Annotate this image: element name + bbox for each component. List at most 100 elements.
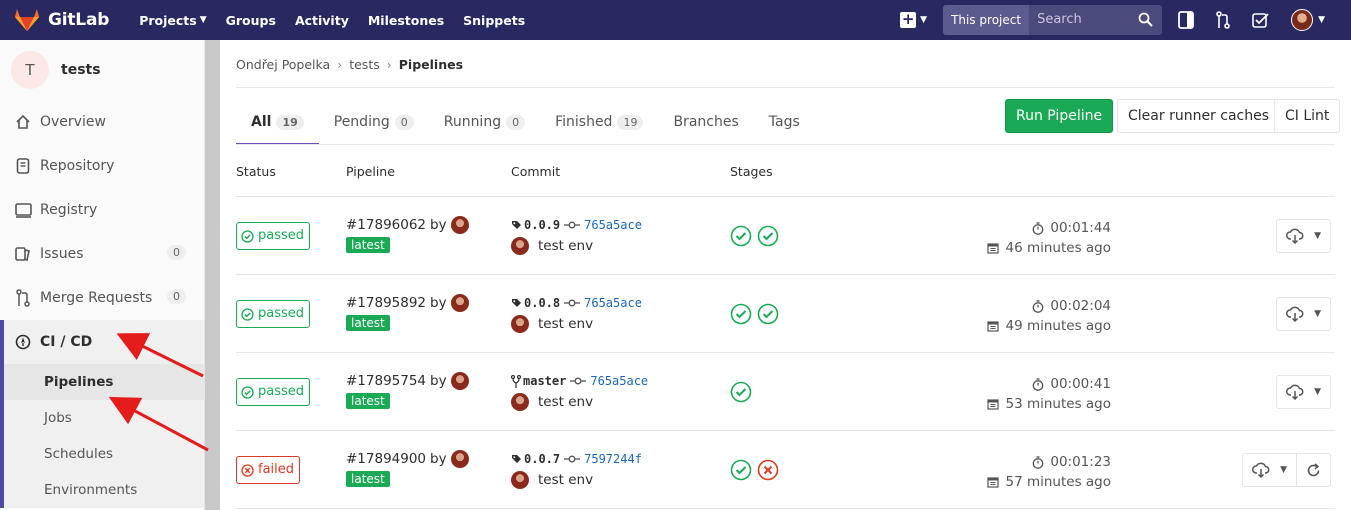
status-passed-icon — [241, 229, 254, 243]
commit-message-link[interactable]: test env — [538, 472, 593, 488]
pipeline-link[interactable]: #17895754 — [346, 373, 426, 389]
sidebar-toggle-icon[interactable] — [1178, 11, 1194, 29]
tab-label: Pending — [333, 114, 390, 130]
plus-icon: + — [900, 10, 917, 28]
divider — [236, 144, 1335, 145]
commit-sha-link[interactable]: 765a5ace — [590, 374, 648, 388]
ref-name-link[interactable]: master — [523, 374, 566, 388]
run-pipeline-button[interactable]: Run Pipeline — [1005, 99, 1114, 133]
ci-lint-button[interactable]: CI Lint — [1274, 99, 1341, 133]
download-artifacts-button[interactable]: ▼ — [1276, 219, 1331, 253]
pipeline-scope-tabs: All 19 Pending 0 Running 0 Finished 19 Branc… — [236, 99, 815, 145]
stage-status-success-icon[interactable] — [730, 303, 752, 325]
stage-status-success-icon[interactable] — [757, 225, 779, 247]
avatar[interactable] — [511, 315, 529, 333]
tab-all[interactable]: All 19 — [236, 99, 319, 145]
stage-status-success-icon[interactable] — [730, 459, 752, 481]
avatar[interactable] — [511, 237, 529, 255]
timer-icon — [1032, 221, 1050, 235]
commit-ref: master 765a5ace — [511, 374, 648, 388]
sidebar-subitem-jobs[interactable]: Jobs — [0, 400, 204, 436]
clear-runner-caches-button[interactable]: Clear runner caches — [1117, 99, 1281, 133]
search-scope-badge[interactable]: This project — [943, 5, 1030, 35]
stage-status-success-icon[interactable] — [730, 381, 752, 403]
nav-activity[interactable]: Activity — [295, 13, 349, 28]
breadcrumb-project[interactable]: tests — [349, 57, 380, 72]
chevron-down-icon: ▼ — [199, 15, 207, 25]
status-label: passed — [258, 228, 305, 243]
nav-snippets[interactable]: Snippets — [463, 13, 525, 28]
sidebar-scrollbar[interactable] — [205, 40, 220, 510]
ref-name-link[interactable]: 0.0.9 — [524, 218, 560, 232]
sidebar-item-merge-requests[interactable]: Merge Requests 0 — [0, 276, 204, 320]
nav-milestones[interactable]: Milestones — [368, 13, 444, 28]
retry-button[interactable] — [1297, 453, 1331, 487]
nav-projects[interactable]: Projects ▼ — [139, 13, 206, 28]
commit-sha-link[interactable]: 765a5ace — [584, 296, 642, 310]
tab-pending[interactable]: Pending 0 — [319, 99, 429, 145]
sidebar-subitem-environments[interactable]: Environments — [0, 472, 204, 508]
sidebar-subitem-pipelines[interactable]: Pipelines — [0, 364, 204, 400]
tag-icon — [511, 220, 522, 231]
avatar[interactable] — [450, 450, 469, 468]
project-header[interactable]: T tests — [0, 40, 204, 100]
download-artifacts-button[interactable]: ▼ — [1242, 453, 1297, 487]
search-input[interactable]: Search — [1029, 5, 1162, 35]
status-badge[interactable]: passed — [236, 300, 311, 328]
stage-status-success-icon[interactable] — [730, 225, 752, 247]
latest-badge: latest — [346, 315, 390, 331]
sidebar-item-repository[interactable]: Repository — [0, 144, 204, 188]
sidebar-item-issues[interactable]: Issues 0 — [0, 232, 204, 276]
gitlab-logo[interactable]: GitLab — [14, 8, 109, 32]
stage-status-failed-icon[interactable] — [757, 459, 779, 481]
breadcrumb-user[interactable]: Ondřej Popelka — [236, 57, 330, 72]
new-dropdown-button[interactable]: + ▼ — [900, 12, 927, 28]
status-badge[interactable]: passed — [236, 378, 311, 406]
download-artifacts-button[interactable]: ▼ — [1276, 375, 1331, 409]
sidebar-item-ci-cd[interactable]: CI / CD — [0, 320, 204, 364]
commit-sha-link[interactable]: 7597244f — [584, 452, 642, 466]
avatar[interactable] — [450, 372, 469, 390]
commit-message-link[interactable]: test env — [538, 394, 593, 410]
nav-groups[interactable]: Groups — [226, 13, 276, 28]
merge-request-icon[interactable] — [1216, 11, 1230, 29]
tag-icon — [511, 298, 522, 309]
sidebar-item-label: Repository — [40, 158, 115, 174]
todo-check-icon[interactable] — [1252, 12, 1269, 29]
commit-icon — [564, 221, 581, 229]
commit-message-link[interactable]: test env — [538, 238, 593, 254]
tab-count-badge: 19 — [617, 114, 644, 130]
tab-running[interactable]: Running 0 — [429, 99, 540, 145]
project-name: tests — [61, 62, 101, 78]
finished-time: 46 minutes ago — [1005, 240, 1111, 256]
tab-finished[interactable]: Finished 19 — [540, 99, 658, 145]
chevron-down-icon: ▼ — [1280, 465, 1287, 475]
ref-name-link[interactable]: 0.0.7 — [524, 452, 560, 466]
stage-status-success-icon[interactable] — [757, 303, 779, 325]
avatar[interactable] — [511, 393, 529, 411]
pipeline-actions: ▼ — [1242, 453, 1331, 487]
avatar[interactable] — [450, 216, 469, 234]
tab-tags[interactable]: Tags — [754, 99, 815, 145]
tab-branches[interactable]: Branches — [658, 99, 753, 145]
commit-message-link[interactable]: test env — [538, 316, 593, 332]
avatar[interactable] — [450, 294, 469, 312]
latest-badge: latest — [346, 237, 390, 253]
sidebar-item-registry[interactable]: Registry — [0, 188, 204, 232]
avatar[interactable] — [511, 471, 529, 489]
status-badge[interactable]: passed — [236, 222, 311, 250]
breadcrumb-current[interactable]: Pipelines — [399, 57, 463, 72]
duration: 00:01:23 — [1050, 454, 1111, 470]
commit-sha-link[interactable]: 765a5ace — [584, 218, 642, 232]
pipeline-link[interactable]: #17895892 — [346, 295, 426, 311]
ref-name-link[interactable]: 0.0.8 — [524, 296, 560, 310]
download-artifacts-button[interactable]: ▼ — [1276, 297, 1331, 331]
commit-ref: 0.0.9 765a5ace — [511, 218, 642, 232]
sidebar-item-overview[interactable]: Overview — [0, 100, 204, 144]
pipeline-link[interactable]: #17896062 — [346, 217, 426, 233]
search-box[interactable]: This project Search — [943, 5, 1163, 35]
status-badge[interactable]: failed — [236, 456, 301, 484]
sidebar-subitem-schedules[interactable]: Schedules — [0, 436, 204, 472]
user-menu[interactable]: ▼ — [1291, 9, 1325, 31]
pipeline-link[interactable]: #17894900 — [346, 451, 426, 467]
